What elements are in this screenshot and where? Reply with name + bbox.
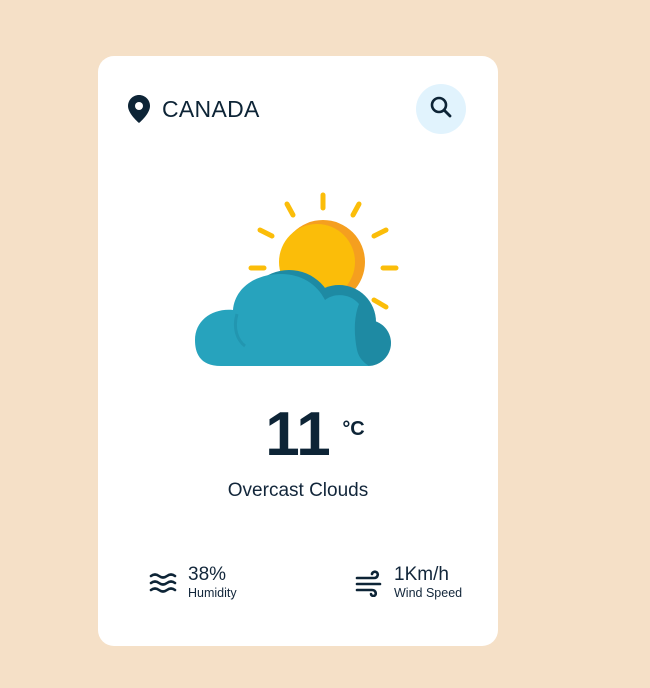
humidity-text: 38% Humidity — [188, 564, 237, 601]
temperature-block: 11 °C — [98, 404, 498, 474]
wind-text: 1Km/h Wind Speed — [394, 564, 462, 601]
humidity-detail: 38% Humidity — [148, 564, 237, 601]
wind-value: 1Km/h — [394, 564, 449, 585]
waves-icon — [148, 569, 180, 597]
location: CANADA — [128, 95, 260, 123]
humidity-label: Humidity — [188, 586, 237, 600]
search-button[interactable] — [416, 84, 466, 134]
temperature-value: 11 °C — [265, 404, 365, 466]
partly-cloudy-sun-icon — [193, 190, 403, 370]
weather-card: CANADA 11 °C Overcast Clouds 38% Humidit… — [98, 56, 498, 646]
wind-detail: 1Km/h Wind Speed — [354, 564, 462, 601]
city-name: CANADA — [162, 95, 260, 122]
wind-label: Wind Speed — [394, 586, 463, 600]
map-pin-icon — [128, 95, 150, 123]
temperature-number: 11 — [265, 400, 331, 469]
humidity-value: 38% — [188, 564, 227, 585]
card-header: CANADA — [128, 84, 466, 134]
search-icon — [430, 96, 452, 123]
wind-icon — [354, 569, 386, 597]
weather-description: Overcast Clouds — [227, 480, 369, 501]
temperature-unit: °C — [342, 418, 365, 440]
